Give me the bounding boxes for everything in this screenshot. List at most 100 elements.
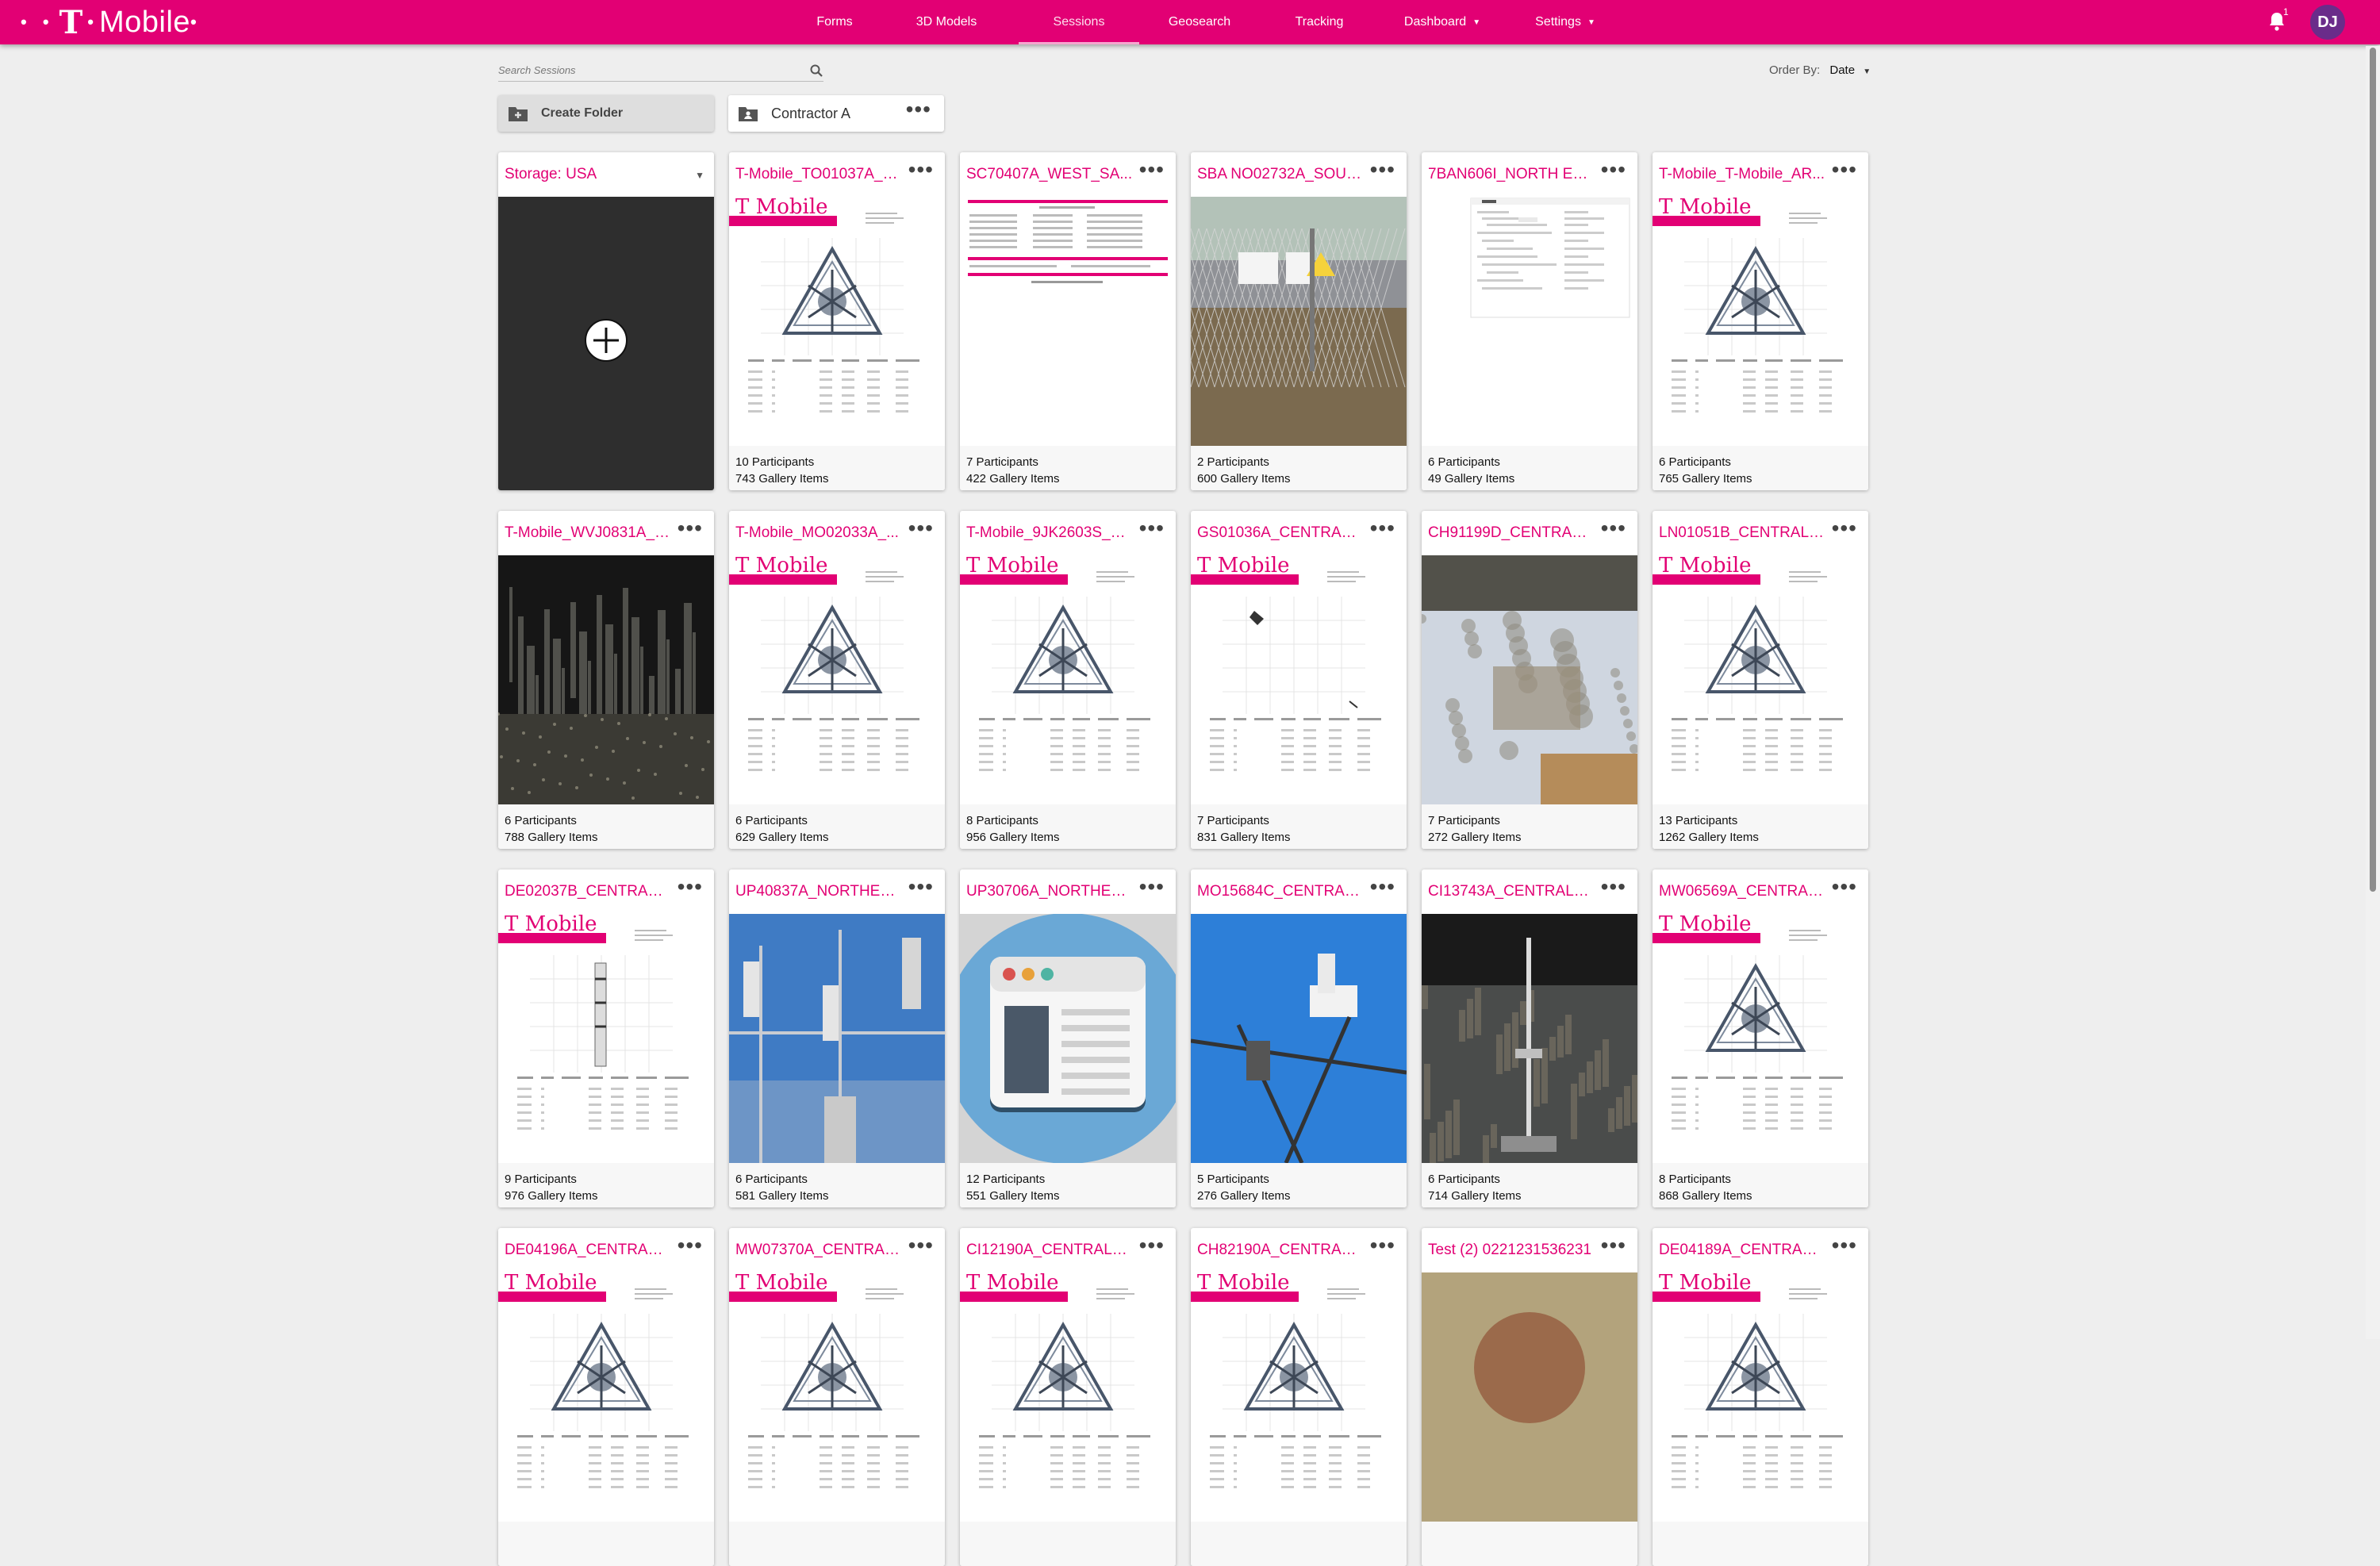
- session-thumbnail[interactable]: [1422, 555, 1637, 804]
- more-options-icon[interactable]: •••: [1370, 876, 1395, 898]
- more-options-icon[interactable]: •••: [678, 876, 703, 898]
- session-card[interactable]: 7BAN606I_NORTH EA... ••• 6 Participants …: [1422, 152, 1637, 490]
- session-card[interactable]: DE04196A_CENTRAL_... ••• T Mobile: [498, 1228, 714, 1566]
- nav-3d-models[interactable]: 3D Models: [874, 0, 1019, 44]
- session-title[interactable]: DE04189A_CENTRAL_...: [1659, 1242, 1825, 1259]
- session-card[interactable]: GS01036A_CENTRAL_... ••• T Mobile 7 Part…: [1191, 511, 1407, 849]
- session-card[interactable]: MW07370A_CENTRAL... ••• T Mobile: [729, 1228, 945, 1566]
- more-options-icon[interactable]: •••: [1139, 1234, 1165, 1257]
- tmobile-logo[interactable]: • • T • Mobile •: [21, 4, 202, 41]
- session-title[interactable]: DE04196A_CENTRAL_...: [505, 1242, 671, 1259]
- storage-header[interactable]: Storage: USA ▼: [498, 152, 714, 197]
- session-title[interactable]: SC70407A_WEST_SA...: [966, 166, 1133, 183]
- session-thumbnail[interactable]: T Mobile: [729, 197, 945, 446]
- session-thumbnail[interactable]: [1422, 1272, 1637, 1522]
- session-thumbnail[interactable]: T Mobile: [1653, 1272, 1868, 1522]
- session-card[interactable]: DE04189A_CENTRAL_... ••• T Mobile: [1653, 1228, 1868, 1566]
- session-thumbnail[interactable]: T Mobile: [1191, 1272, 1407, 1522]
- session-card[interactable]: SBA NO02732A_SOUT... ••• 2 Participants …: [1191, 152, 1407, 490]
- more-options-icon[interactable]: •••: [1601, 1234, 1626, 1257]
- session-card[interactable]: CI12190A_CENTRAL_... ••• T Mobile: [960, 1228, 1176, 1566]
- session-title[interactable]: T-Mobile_9JK2603S_S...: [966, 524, 1133, 542]
- more-options-icon[interactable]: •••: [1139, 876, 1165, 898]
- session-card[interactable]: SC70407A_WEST_SA... ••• 7 Participants 4…: [960, 152, 1176, 490]
- session-title[interactable]: CH91199D_CENTRAL_...: [1428, 524, 1595, 542]
- more-options-icon[interactable]: •••: [1601, 159, 1626, 181]
- more-options-icon[interactable]: •••: [1370, 159, 1395, 181]
- more-options-icon[interactable]: •••: [1832, 517, 1857, 539]
- session-card[interactable]: Test (2) 0221231536231 •••: [1422, 1228, 1637, 1566]
- storage-selector[interactable]: Storage: USA: [505, 166, 597, 183]
- session-card[interactable]: UP30706A_NORTHEA... ••• 12 Participants …: [960, 869, 1176, 1207]
- session-title[interactable]: SBA NO02732A_SOUT...: [1197, 166, 1364, 183]
- session-card[interactable]: T-Mobile_MO02033A_... ••• T Mobile 6 Par…: [729, 511, 945, 849]
- more-options-icon[interactable]: •••: [1832, 159, 1857, 181]
- more-options-icon[interactable]: •••: [1139, 517, 1165, 539]
- storage-card[interactable]: Storage: USA ▼: [498, 152, 714, 490]
- add-circle-icon[interactable]: [584, 318, 628, 363]
- session-thumbnail[interactable]: T Mobile: [729, 1272, 945, 1522]
- more-options-icon[interactable]: •••: [1601, 517, 1626, 539]
- session-thumbnail[interactable]: [1422, 914, 1637, 1163]
- session-title[interactable]: UP40837A_NORTHEA...: [735, 883, 902, 900]
- session-title[interactable]: MW07370A_CENTRAL...: [735, 1242, 902, 1259]
- session-title[interactable]: T-Mobile_WVJ0831A_C...: [505, 524, 671, 542]
- session-title[interactable]: LN01051B_CENTRAL_...: [1659, 524, 1825, 542]
- session-title[interactable]: MW06569A_CENTRAL...: [1659, 883, 1825, 900]
- session-card[interactable]: LN01051B_CENTRAL_... ••• T Mobile 13 Par…: [1653, 511, 1868, 849]
- session-thumbnail[interactable]: T Mobile: [498, 914, 714, 1163]
- session-thumbnail[interactable]: T Mobile: [960, 1272, 1176, 1522]
- session-title[interactable]: CI12190A_CENTRAL_...: [966, 1242, 1133, 1259]
- session-thumbnail[interactable]: T Mobile: [498, 1272, 714, 1522]
- more-options-icon[interactable]: •••: [908, 1234, 934, 1257]
- nav-sessions[interactable]: Sessions: [1019, 0, 1139, 44]
- session-card[interactable]: T-Mobile_WVJ0831A_C... ••• 6 Participant…: [498, 511, 714, 849]
- order-by-value[interactable]: Date: [1829, 63, 1855, 77]
- session-title[interactable]: CI13743A_CENTRAL_...: [1428, 883, 1595, 900]
- more-options-icon[interactable]: •••: [1832, 876, 1857, 898]
- session-card[interactable]: MO15684C_CENTRAL... ••• 5 Participants 2…: [1191, 869, 1407, 1207]
- page-scrollbar[interactable]: [2366, 46, 2380, 1339]
- session-thumbnail[interactable]: [960, 197, 1176, 446]
- session-thumbnail[interactable]: T Mobile: [1653, 914, 1868, 1163]
- scrollbar-thumb[interactable]: [2370, 48, 2376, 892]
- session-thumbnail[interactable]: [1191, 197, 1407, 446]
- session-title[interactable]: CH82190A_CENTRAL_...: [1197, 1242, 1364, 1259]
- session-title[interactable]: Test (2) 0221231536231: [1428, 1242, 1595, 1259]
- more-options-icon[interactable]: •••: [1370, 517, 1395, 539]
- session-title[interactable]: UP30706A_NORTHEA...: [966, 883, 1133, 900]
- more-options-icon[interactable]: •••: [906, 98, 931, 121]
- nav-geosearch[interactable]: Geosearch: [1139, 0, 1260, 44]
- session-title[interactable]: 7BAN606I_NORTH EA...: [1428, 166, 1595, 183]
- session-title[interactable]: GS01036A_CENTRAL_...: [1197, 524, 1364, 542]
- session-title[interactable]: T-Mobile_T-Mobile_AR...: [1659, 166, 1825, 183]
- more-options-icon[interactable]: •••: [1832, 1234, 1857, 1257]
- nav-forms[interactable]: Forms: [795, 0, 874, 44]
- more-options-icon[interactable]: •••: [1370, 1234, 1395, 1257]
- session-thumbnail[interactable]: T Mobile: [1653, 197, 1868, 446]
- more-options-icon[interactable]: •••: [908, 876, 934, 898]
- nav-dashboard[interactable]: Dashboard ▼: [1379, 0, 1506, 44]
- more-options-icon[interactable]: •••: [678, 1234, 703, 1257]
- order-by-control[interactable]: Order By: Date ▼: [1769, 63, 1871, 77]
- session-card[interactable]: DE02037B_CENTRAL_... ••• T Mobile 9 Part…: [498, 869, 714, 1207]
- more-options-icon[interactable]: •••: [908, 517, 934, 539]
- session-card[interactable]: CH82190A_CENTRAL_... ••• T Mobile: [1191, 1228, 1407, 1566]
- session-card[interactable]: UP40837A_NORTHEA... ••• 6 Participants 5…: [729, 869, 945, 1207]
- add-session-area[interactable]: [498, 197, 714, 490]
- session-title[interactable]: T-Mobile_TO01037A_C...: [735, 166, 902, 183]
- session-title[interactable]: DE02037B_CENTRAL_...: [505, 883, 671, 900]
- search-input[interactable]: [498, 60, 792, 79]
- more-options-icon[interactable]: •••: [1139, 159, 1165, 181]
- session-thumbnail[interactable]: [729, 914, 945, 1163]
- session-card[interactable]: CH91199D_CENTRAL_... ••• 7 Participants …: [1422, 511, 1637, 849]
- session-thumbnail[interactable]: [1191, 914, 1407, 1163]
- avatar[interactable]: DJ: [2310, 5, 2345, 40]
- session-card[interactable]: T-Mobile_TO01037A_C... ••• T Mobile 10 P…: [729, 152, 945, 490]
- more-options-icon[interactable]: •••: [1601, 876, 1626, 898]
- more-options-icon[interactable]: •••: [678, 517, 703, 539]
- session-card[interactable]: CI13743A_CENTRAL_... ••• 6 Participants …: [1422, 869, 1637, 1207]
- create-folder-button[interactable]: Create Folder: [498, 95, 714, 132]
- session-thumbnail[interactable]: [498, 555, 714, 804]
- session-card[interactable]: T-Mobile_9JK2603S_S... ••• T Mobile 8 Pa…: [960, 511, 1176, 849]
